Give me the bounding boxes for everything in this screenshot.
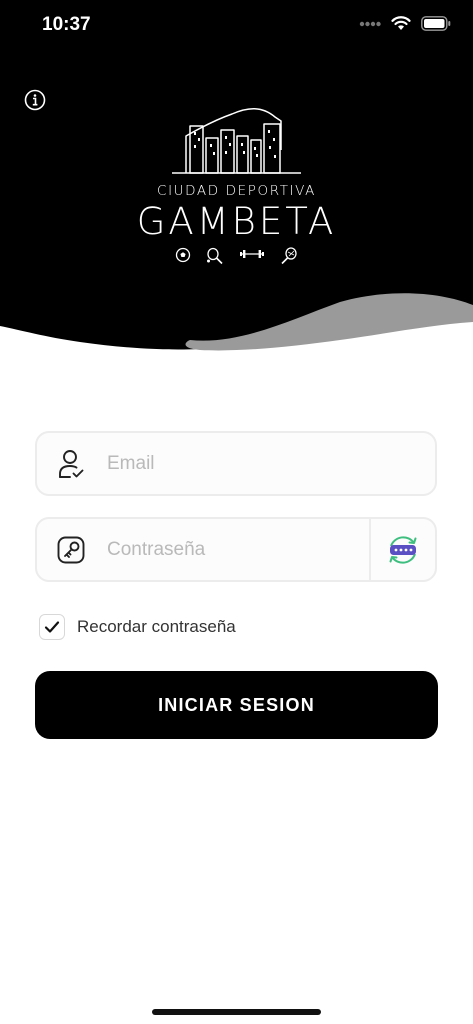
brand-title: GAMBETA [136,200,337,243]
email-input[interactable] [105,451,435,476]
remember-checkbox[interactable] [39,614,65,640]
remember-password[interactable]: Recordar contraseña [39,614,236,640]
user-check-icon [59,449,84,478]
battery-icon [421,16,451,31]
password-input[interactable] [105,537,369,562]
key-icon [57,536,85,563]
wifi-icon [391,16,411,30]
tennis-icon [280,247,297,265]
home-indicator[interactable] [152,1009,321,1015]
password-visibility-toggle[interactable] [371,519,435,580]
remember-label: Recordar contraseña [77,617,236,636]
signal-dots-icon [359,21,381,26]
sport-icons [0,247,473,265]
padel-icon [206,247,223,265]
password-toggle-icon [389,535,417,564]
check-icon [44,621,60,633]
status-time: 10:37 [42,14,91,35]
brand-subtitle: CIUDAD DEPORTIVA [157,183,316,199]
login-button[interactable]: INICIAR SESION [35,671,438,739]
soccer-ball-icon [175,247,190,263]
email-field[interactable] [35,431,437,496]
password-field[interactable] [35,517,437,582]
dumbbell-icon [239,250,264,258]
status-icons [359,16,451,31]
